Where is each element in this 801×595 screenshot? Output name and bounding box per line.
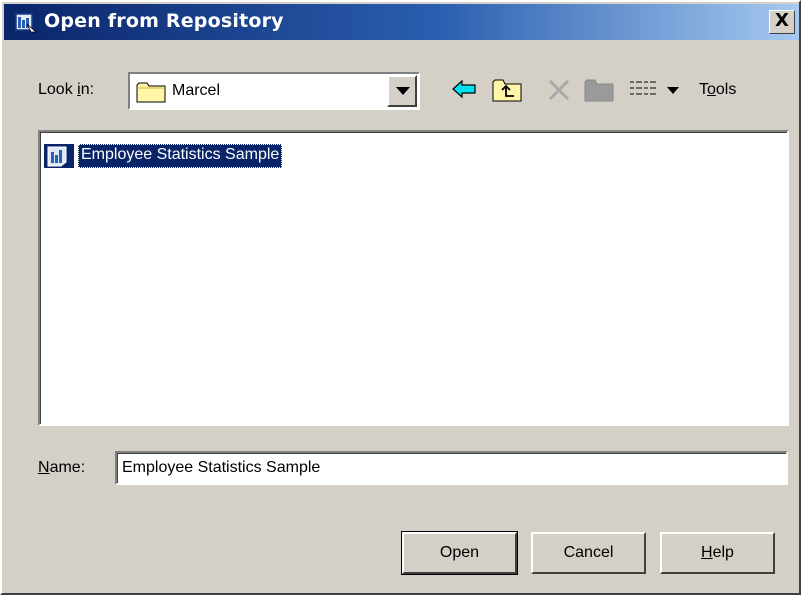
- title-bar[interactable]: Open from Repository X: [4, 4, 799, 40]
- file-list[interactable]: Employee Statistics Sample: [38, 130, 789, 426]
- tools-menu-button[interactable]: Tools: [699, 81, 736, 99]
- open-button[interactable]: Open: [401, 531, 518, 575]
- close-button[interactable]: X: [769, 10, 795, 34]
- up-folder-icon[interactable]: [492, 78, 522, 102]
- name-label: Name:: [38, 459, 86, 476]
- dialog-title: Open from Repository: [44, 10, 284, 32]
- open-from-repository-dialog: Open from Repository X Look in: Marcel T…: [0, 0, 801, 595]
- back-arrow-icon[interactable]: [451, 78, 477, 100]
- look-in-value: Marcel: [172, 82, 221, 99]
- file-name: Employee Statistics Sample: [78, 144, 283, 168]
- cancel-button[interactable]: Cancel: [531, 532, 646, 574]
- look-in-label: Look in:: [38, 81, 95, 98]
- delete-icon[interactable]: [547, 79, 571, 101]
- name-input[interactable]: [115, 451, 788, 485]
- new-folder-icon[interactable]: [584, 78, 614, 102]
- repository-icon: [15, 13, 38, 33]
- help-button[interactable]: Help: [660, 532, 775, 574]
- folder-icon: [136, 82, 166, 103]
- dropdown-arrow-button[interactable]: [387, 75, 417, 107]
- look-in-dropdown[interactable]: Marcel: [128, 72, 420, 110]
- view-menu-icon[interactable]: [628, 78, 686, 102]
- report-icon: [44, 144, 74, 168]
